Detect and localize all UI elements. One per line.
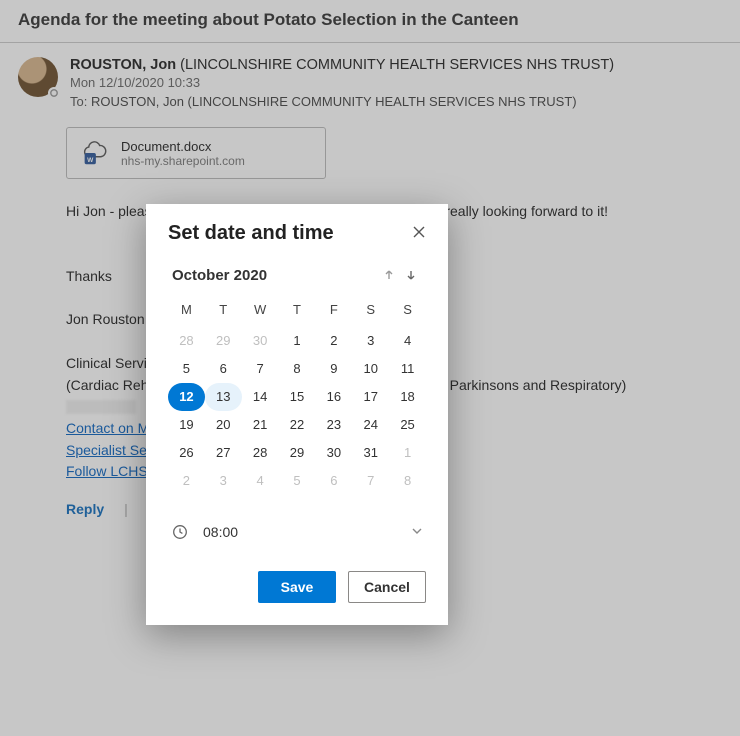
calendar-day[interactable]: 8 (279, 355, 316, 383)
calendar-day[interactable]: 15 (279, 383, 316, 411)
calendar-day[interactable]: 29 (205, 327, 242, 355)
calendar-day[interactable]: 25 (389, 411, 426, 439)
dow-label: T (279, 298, 316, 327)
calendar-day[interactable]: 30 (315, 439, 352, 467)
calendar-day[interactable]: 28 (168, 327, 205, 355)
calendar-day[interactable]: 12 (168, 383, 205, 411)
calendar-day[interactable]: 17 (352, 383, 389, 411)
datetime-dialog: Set date and time October 2020 MTWTFSS 2… (146, 204, 448, 625)
calendar-day[interactable]: 23 (315, 411, 352, 439)
calendar-day[interactable]: 5 (279, 467, 316, 495)
time-select[interactable]: 08:00 (168, 517, 426, 547)
calendar-day[interactable]: 3 (352, 327, 389, 355)
dow-label: S (389, 298, 426, 327)
calendar-day[interactable]: 1 (389, 439, 426, 467)
dow-label: W (242, 298, 279, 327)
dow-label: T (205, 298, 242, 327)
save-button[interactable]: Save (258, 571, 336, 603)
month-label[interactable]: October 2020 (172, 267, 378, 284)
calendar-day[interactable]: 19 (168, 411, 205, 439)
calendar-day[interactable]: 7 (242, 355, 279, 383)
calendar-day[interactable]: 1 (279, 327, 316, 355)
calendar-day[interactable]: 6 (205, 355, 242, 383)
calendar-day[interactable]: 11 (389, 355, 426, 383)
calendar-day[interactable]: 29 (279, 439, 316, 467)
calendar-day[interactable]: 22 (279, 411, 316, 439)
dow-label: M (168, 298, 205, 327)
calendar-day[interactable]: 30 (242, 327, 279, 355)
chevron-down-icon[interactable] (411, 524, 423, 540)
calendar-grid: MTWTFSS 28293012345678910111213141516171… (168, 298, 426, 495)
calendar-day[interactable]: 27 (205, 439, 242, 467)
calendar-day[interactable]: 7 (352, 467, 389, 495)
dow-label: S (352, 298, 389, 327)
calendar-day[interactable]: 5 (168, 355, 205, 383)
cancel-button[interactable]: Cancel (348, 571, 426, 603)
calendar-day[interactable]: 28 (242, 439, 279, 467)
calendar-day[interactable]: 8 (389, 467, 426, 495)
calendar-day[interactable]: 13 (205, 383, 242, 411)
calendar-day[interactable]: 2 (168, 467, 205, 495)
calendar-day[interactable]: 2 (315, 327, 352, 355)
calendar-day[interactable]: 20 (205, 411, 242, 439)
calendar-day[interactable]: 10 (352, 355, 389, 383)
calendar-day[interactable]: 6 (315, 467, 352, 495)
calendar-day[interactable]: 14 (242, 383, 279, 411)
calendar-day[interactable]: 24 (352, 411, 389, 439)
calendar-day[interactable]: 31 (352, 439, 389, 467)
calendar-day[interactable]: 9 (315, 355, 352, 383)
clock-icon (171, 524, 189, 540)
dow-label: F (315, 298, 352, 327)
calendar-day[interactable]: 4 (242, 467, 279, 495)
calendar-day[interactable]: 26 (168, 439, 205, 467)
time-value: 08:00 (203, 524, 397, 540)
close-icon[interactable] (412, 225, 426, 242)
calendar-day[interactable]: 3 (205, 467, 242, 495)
calendar-day[interactable]: 21 (242, 411, 279, 439)
dialog-title: Set date and time (168, 222, 334, 245)
next-month-icon[interactable] (400, 268, 422, 284)
calendar-day[interactable]: 18 (389, 383, 426, 411)
prev-month-icon[interactable] (378, 268, 400, 284)
calendar-day[interactable]: 16 (315, 383, 352, 411)
calendar-day[interactable]: 4 (389, 327, 426, 355)
